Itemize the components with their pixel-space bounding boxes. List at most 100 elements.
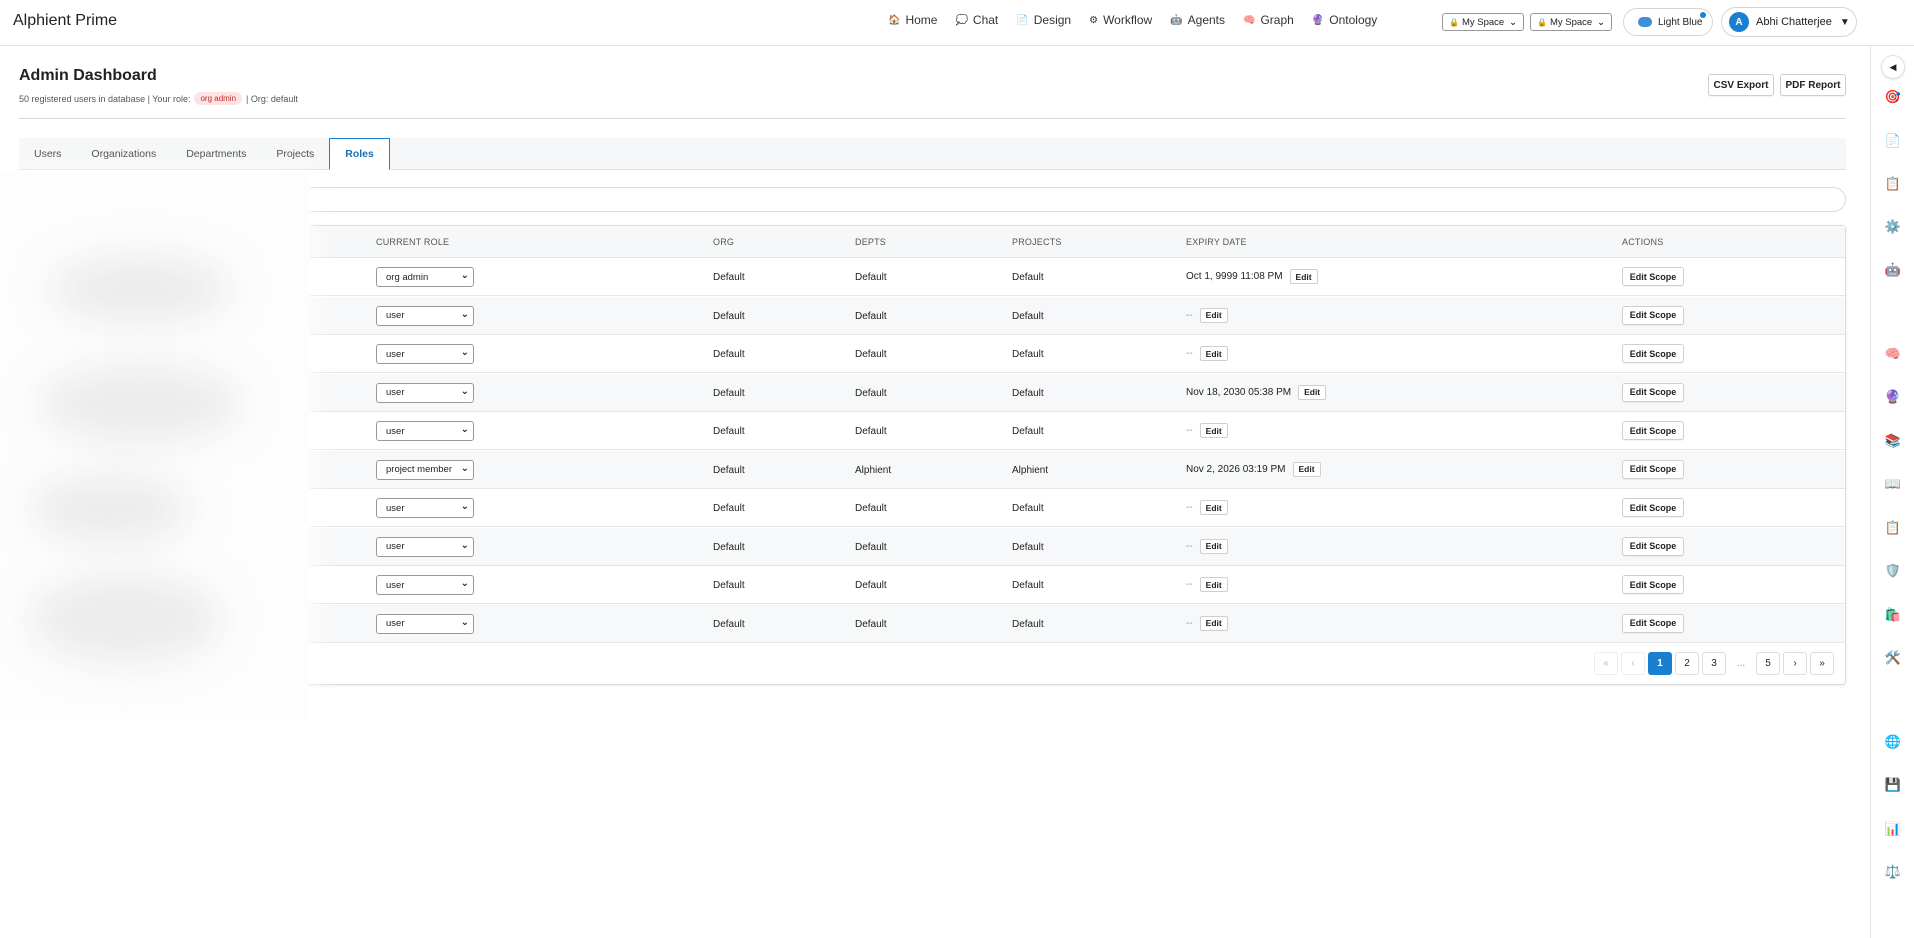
edit-scope-button[interactable]: Edit Scope: [1622, 459, 1684, 479]
csv-export-button[interactable]: CSV Export: [1708, 74, 1774, 96]
nav-workflow[interactable]: ⚙ Workflow: [1089, 13, 1152, 27]
edit-expiry-button[interactable]: Edit: [1199, 538, 1228, 554]
shield-icon[interactable]: 🛡️: [1883, 561, 1903, 581]
edit-expiry-button[interactable]: Edit: [1298, 384, 1327, 400]
expiry-value: --: [1186, 617, 1193, 629]
nav-agents[interactable]: 🤖 Agents: [1170, 13, 1225, 27]
shopping-bags-icon[interactable]: 🛍️: [1883, 605, 1903, 625]
space-select-1[interactable]: 🔒 My Space ⌄: [1442, 13, 1524, 31]
brand-title[interactable]: Alphient Prime: [13, 12, 117, 30]
pdf-report-button[interactable]: PDF Report: [1780, 74, 1846, 96]
user-menu-button[interactable]: A Abhi Chatterjee ▼: [1721, 7, 1857, 37]
nav-design[interactable]: 📄 Design: [1016, 13, 1071, 27]
chevron-down-icon: ⌄: [460, 462, 469, 474]
expiry-cell: -- Edit: [1186, 500, 1228, 515]
crystal-ball-icon[interactable]: 🔮: [1883, 387, 1903, 407]
role-select-value: user: [386, 310, 405, 321]
expiry-value: --: [1186, 348, 1193, 359]
scales-icon[interactable]: ⚖️: [1883, 862, 1903, 882]
first-page-button[interactable]: «: [1594, 652, 1618, 675]
role-select[interactable]: user ⌄: [376, 536, 474, 557]
page-button-1[interactable]: 1: [1648, 652, 1672, 675]
space-select-2[interactable]: 🔒 My Space ⌄: [1530, 13, 1612, 31]
tab-organizations[interactable]: Organizations: [76, 138, 171, 170]
org-cell: Default: [713, 310, 745, 322]
role-select[interactable]: project member ⌄: [376, 459, 474, 480]
edit-expiry-button[interactable]: Edit: [1199, 500, 1228, 515]
robot-icon[interactable]: 🤖: [1883, 260, 1903, 280]
globe-icon[interactable]: 🌐: [1883, 732, 1903, 752]
role-select[interactable]: user ⌄: [376, 613, 474, 634]
edit-scope-button[interactable]: Edit Scope: [1622, 344, 1684, 363]
edit-expiry-button[interactable]: Edit: [1199, 307, 1228, 323]
tab-projects[interactable]: Projects: [261, 138, 329, 170]
expiry-value: Oct 1, 9999 11:08 PM: [1186, 271, 1283, 282]
page-button-3[interactable]: 3: [1702, 652, 1726, 675]
next-page-button[interactable]: ›: [1783, 652, 1807, 675]
edit-scope-button[interactable]: Edit Scope: [1622, 267, 1684, 286]
books-icon[interactable]: 📚: [1883, 431, 1903, 451]
chevron-down-icon: ⌄: [460, 578, 469, 589]
edit-expiry-button[interactable]: Edit: [1199, 423, 1228, 438]
nav-chat[interactable]: 💭 Chat: [955, 13, 998, 27]
edit-expiry-button[interactable]: Edit: [1292, 461, 1321, 477]
page-button-5[interactable]: 5: [1756, 652, 1780, 675]
document-icon[interactable]: 📄: [1883, 131, 1903, 151]
expiry-cell: -- Edit: [1186, 577, 1228, 592]
save-icon[interactable]: 💾: [1883, 775, 1903, 795]
page-button-2[interactable]: 2: [1675, 652, 1699, 675]
role-select-value: project member: [386, 464, 452, 475]
role-select[interactable]: org admin ⌄: [376, 267, 474, 287]
chevron-down-icon: ⌄: [460, 501, 469, 512]
chevron-down-icon: ⌄: [460, 308, 469, 320]
org-cell: Default: [713, 580, 745, 591]
edit-scope-button[interactable]: Edit Scope: [1622, 382, 1684, 402]
clipboard-icon[interactable]: 📋: [1883, 174, 1903, 194]
depts-cell: Default: [855, 272, 887, 283]
nav-ontology[interactable]: 🔮 Ontology: [1312, 13, 1377, 27]
last-page-button[interactable]: »: [1810, 652, 1834, 675]
target-icon[interactable]: 🎯: [1883, 87, 1903, 107]
edit-expiry-button[interactable]: Edit: [1199, 615, 1228, 631]
nav-home[interactable]: 🏠 Home: [888, 13, 937, 27]
tab-users[interactable]: Users: [19, 138, 76, 170]
tab-departments[interactable]: Departments: [171, 138, 261, 170]
brain-icon[interactable]: 🧠: [1883, 344, 1903, 364]
page-subtitle: 50 registered users in database | Your r…: [19, 92, 298, 105]
edit-expiry-button[interactable]: Edit: [1289, 269, 1318, 284]
tools-icon[interactable]: 🛠️: [1883, 648, 1903, 668]
gear-icon[interactable]: ⚙️: [1883, 217, 1903, 237]
nav-ontology-label: Ontology: [1329, 13, 1378, 27]
role-select[interactable]: user ⌄: [376, 305, 474, 326]
edit-scope-button[interactable]: Edit Scope: [1622, 421, 1684, 440]
nav-graph[interactable]: 🧠 Graph: [1243, 13, 1294, 27]
role-badge: org admin: [194, 92, 243, 105]
edit-scope-button[interactable]: Edit Scope: [1622, 305, 1684, 325]
clipboard-icon[interactable]: 📋: [1883, 518, 1903, 538]
tab-roles[interactable]: Roles: [329, 138, 390, 170]
chevron-down-icon: ⌄: [460, 347, 469, 358]
edit-scope-button[interactable]: Edit Scope: [1622, 498, 1684, 517]
role-select[interactable]: user ⌄: [376, 498, 474, 518]
cloud-icon: [1638, 17, 1652, 27]
edit-scope-button[interactable]: Edit Scope: [1622, 536, 1684, 556]
collapse-sidebar-button[interactable]: ◀: [1881, 55, 1905, 79]
edit-expiry-button[interactable]: Edit: [1199, 346, 1228, 361]
projects-cell: Default: [1012, 580, 1044, 591]
edit-expiry-button[interactable]: Edit: [1199, 577, 1228, 592]
role-select[interactable]: user ⌄: [376, 344, 474, 364]
role-select[interactable]: user ⌄: [376, 382, 474, 403]
theme-toggle-button[interactable]: Light Blue: [1623, 8, 1713, 36]
role-select[interactable]: user ⌄: [376, 575, 474, 595]
nav-home-label: Home: [905, 13, 938, 27]
subtitle-suffix: | Org: default: [246, 93, 298, 104]
org-cell: Default: [713, 387, 745, 399]
depts-cell: Default: [855, 349, 887, 360]
prev-page-button[interactable]: ‹: [1621, 652, 1645, 675]
chart-icon[interactable]: 📊: [1883, 819, 1903, 839]
projects-cell: Default: [1012, 387, 1044, 399]
edit-scope-button[interactable]: Edit Scope: [1622, 613, 1684, 633]
book-icon[interactable]: 📖: [1883, 474, 1903, 494]
role-select[interactable]: user ⌄: [376, 421, 474, 441]
edit-scope-button[interactable]: Edit Scope: [1622, 575, 1684, 594]
